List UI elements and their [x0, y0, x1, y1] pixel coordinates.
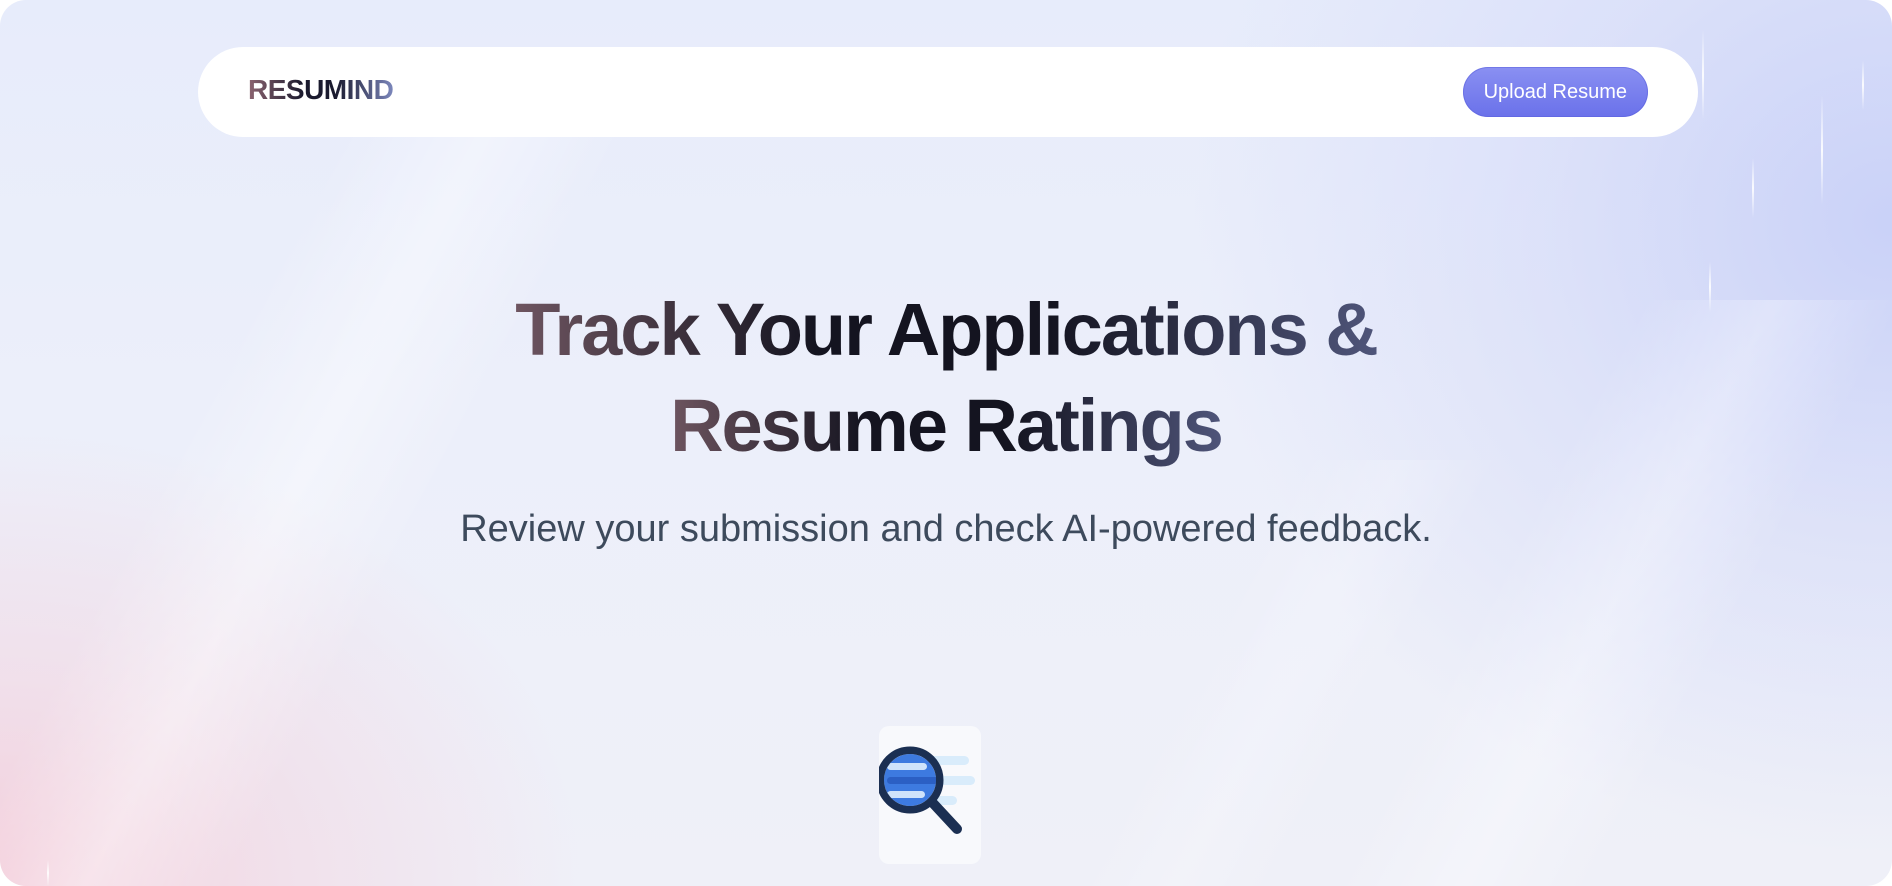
page-title: Track Your Applications & Resume Ratings [0, 282, 1892, 474]
page-subtitle: Review your submission and check AI-powe… [460, 508, 1432, 550]
resume-scan-icon [879, 746, 975, 834]
top-navbar: RESUMIND Upload Resume [198, 47, 1698, 137]
light-streak [1862, 60, 1864, 110]
page-background: RESUMIND Upload Resume Track Your Applic… [0, 0, 1892, 886]
upload-resume-button[interactable]: Upload Resume [1462, 67, 1648, 117]
light-streak [1702, 30, 1704, 120]
light-streak [1821, 95, 1823, 205]
light-streak [47, 860, 49, 886]
light-beam [0, 110, 638, 886]
resume-scan-card [879, 726, 981, 864]
magnifier-handle [926, 796, 962, 834]
page-title-line-2: Resume Ratings [670, 384, 1224, 467]
light-streak [1752, 158, 1754, 218]
page-title-line-1: Track Your Applications & [515, 288, 1379, 371]
brand-logo[interactable]: RESUMIND [248, 76, 394, 104]
